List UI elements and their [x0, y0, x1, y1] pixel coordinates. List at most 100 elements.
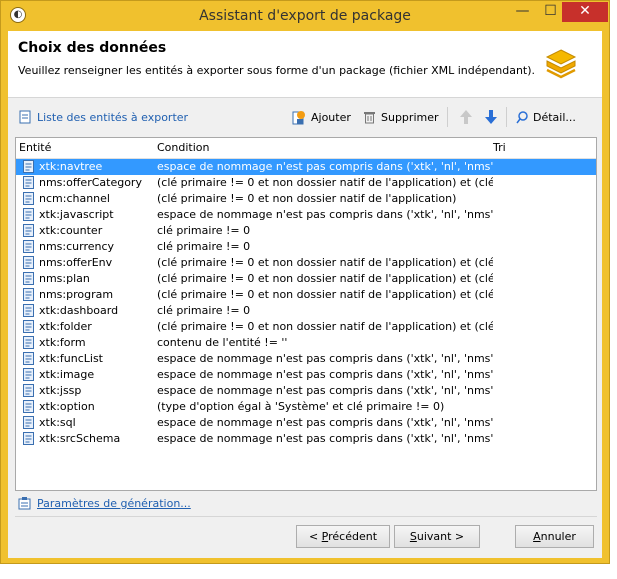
entity-list-title: Liste des entités à exporter	[19, 108, 188, 126]
column-header-condition[interactable]: Condition	[157, 141, 210, 154]
entity-list-label: Liste des entités à exporter	[37, 110, 189, 124]
package-logo-icon	[545, 49, 577, 79]
schema-icon	[23, 208, 34, 221]
schema-icon	[23, 336, 34, 349]
entity-table: Entité Condition Tri xtk:navtree espace d…	[15, 137, 597, 491]
delete-label: Supprimer	[381, 110, 439, 124]
move-down-button[interactable]	[484, 108, 503, 126]
detail-button[interactable]: Détail...	[516, 108, 576, 126]
column-header-sort[interactable]: Tri	[493, 141, 506, 154]
previous-button[interactable]: < Précédent	[296, 525, 390, 548]
next-button[interactable]: Suivant >	[394, 525, 480, 548]
entity-cell: xtk:image	[39, 368, 95, 381]
step-subtitle: Veuillez renseigner les entités à export…	[18, 64, 536, 77]
entity-cell: nms:offerCategory	[39, 176, 142, 189]
parameters-icon	[18, 497, 31, 510]
maximize-button[interactable]: ☐	[537, 2, 564, 22]
window-client: Choix des données Veuillez renseigner le…	[8, 31, 602, 558]
table-row[interactable]: xtk:srcSchema espace de nommage n'est pas…	[16, 431, 596, 447]
condition-cell: espace de nommage n'est pas compris dans…	[157, 352, 493, 365]
condition-cell: clé primaire != 0	[157, 224, 251, 237]
condition-cell: (clé primaire != 0 et non dossier natif …	[157, 176, 493, 189]
cancel-mnemonic: A	[533, 530, 541, 543]
table-row[interactable]: xtk:folder (clé primaire != 0 et non doss…	[16, 319, 596, 335]
schema-icon	[23, 176, 34, 189]
table-row[interactable]: xtk:funcList espace de nommage n'est pas …	[16, 351, 596, 367]
generation-params-link[interactable]: Paramètres de génération...	[37, 497, 191, 510]
generation-params: Paramètres de génération...	[18, 495, 191, 511]
schema-icon	[23, 160, 34, 173]
condition-cell: (clé primaire != 0 et non dossier natif …	[157, 288, 493, 301]
schema-icon	[23, 224, 34, 237]
toolbar: Liste des entités à exporter Ajouter Sup…	[15, 105, 597, 129]
arrow-up-icon	[460, 110, 472, 124]
previous-label-after: récédent	[328, 530, 378, 543]
entity-cell: xtk:form	[39, 336, 86, 349]
entity-cell: xtk:sql	[39, 416, 76, 429]
table-row[interactable]: xtk:navtree espace de nommage n'est pas c…	[16, 159, 596, 175]
table-row[interactable]: nms:plan (clé primaire != 0 et non dossie…	[16, 271, 596, 287]
table-row[interactable]: xtk:image espace de nommage n'est pas com…	[16, 367, 596, 383]
next-label-after: uivant >	[416, 530, 465, 543]
condition-cell: espace de nommage n'est pas compris dans…	[157, 368, 493, 381]
schema-icon	[23, 400, 34, 413]
table-row[interactable]: nms:offerEnv (clé primaire != 0 et non do…	[16, 255, 596, 271]
document-list-icon	[19, 110, 31, 124]
schema-icon	[23, 320, 34, 333]
step-header: Choix des données Veuillez renseigner le…	[8, 31, 602, 98]
toolbar-separator	[506, 107, 507, 127]
schema-icon	[23, 288, 34, 301]
minimize-button[interactable]: —	[509, 2, 536, 22]
condition-cell: espace de nommage n'est pas compris dans…	[157, 384, 493, 397]
add-button[interactable]: Ajouter	[292, 108, 351, 126]
entity-cell: xtk:dashboard	[39, 304, 119, 317]
add-icon	[292, 110, 305, 124]
delete-button[interactable]: Supprimer	[363, 108, 439, 126]
column-header-entity[interactable]: Entité	[19, 141, 51, 154]
cancel-label-after: nnuler	[540, 530, 576, 543]
entity-cell: xtk:folder	[39, 320, 92, 333]
condition-cell: contenu de l'entité != ''	[157, 336, 288, 349]
table-row[interactable]: ncm:channel (clé primaire != 0 et non dos…	[16, 191, 596, 207]
table-row[interactable]: xtk:jssp espace de nommage n'est pas comp…	[16, 383, 596, 399]
add-label: Ajouter	[311, 110, 351, 124]
schema-icon	[23, 240, 34, 253]
schema-icon	[23, 192, 34, 205]
footer-divider	[15, 516, 597, 517]
entity-cell: ncm:channel	[39, 192, 110, 205]
table-row[interactable]: xtk:sql espace de nommage n'est pas compr…	[16, 415, 596, 431]
table-row[interactable]: nms:offerCategory (clé primaire != 0 et n…	[16, 175, 596, 191]
entity-cell: xtk:counter	[39, 224, 103, 237]
entity-cell: nms:plan	[39, 272, 90, 285]
toolbar-separator	[447, 107, 448, 127]
table-row[interactable]: xtk:dashboard clé primaire != 0	[16, 303, 596, 319]
table-row[interactable]: nms:program (clé primaire != 0 et non dos…	[16, 287, 596, 303]
entity-cell: nms:offerEnv	[39, 256, 113, 269]
title-bar[interactable]: ◐ Assistant d'export de package — ☐ ✕	[1, 1, 609, 31]
entity-cell: nms:program	[39, 288, 114, 301]
schema-icon	[23, 352, 34, 365]
cancel-button[interactable]: Annuler	[515, 525, 594, 548]
table-row[interactable]: xtk:javascript espace de nommage n'est pa…	[16, 207, 596, 223]
schema-icon	[23, 432, 34, 445]
entity-cell: nms:currency	[39, 240, 115, 253]
close-button[interactable]: ✕	[562, 2, 608, 22]
condition-cell: clé primaire != 0	[157, 240, 251, 253]
wizard-window: ◐ Assistant d'export de package — ☐ ✕ Ch…	[0, 0, 610, 564]
entity-cell: xtk:srcSchema	[39, 432, 121, 445]
schema-icon	[23, 416, 34, 429]
table-row[interactable]: xtk:form contenu de l'entité != ''	[16, 335, 596, 351]
condition-cell: (type d'option égal à 'Système' et clé p…	[157, 400, 445, 413]
table-row[interactable]: nms:currency clé primaire != 0	[16, 239, 596, 255]
table-row[interactable]: xtk:counter clé primaire != 0	[16, 223, 596, 239]
search-icon	[516, 110, 528, 123]
schema-icon	[23, 384, 34, 397]
move-up-button[interactable]	[459, 108, 478, 126]
condition-cell: espace de nommage n'est pas compris dans…	[157, 416, 493, 429]
previous-label-before: <	[308, 530, 322, 543]
table-row[interactable]: xtk:option (type d'option égal à 'Système…	[16, 399, 596, 415]
condition-cell: clé primaire != 0	[157, 304, 251, 317]
table-header: Entité Condition Tri	[16, 138, 596, 159]
condition-cell: (clé primaire != 0 et non dossier natif …	[157, 272, 493, 285]
schema-icon	[23, 272, 34, 285]
